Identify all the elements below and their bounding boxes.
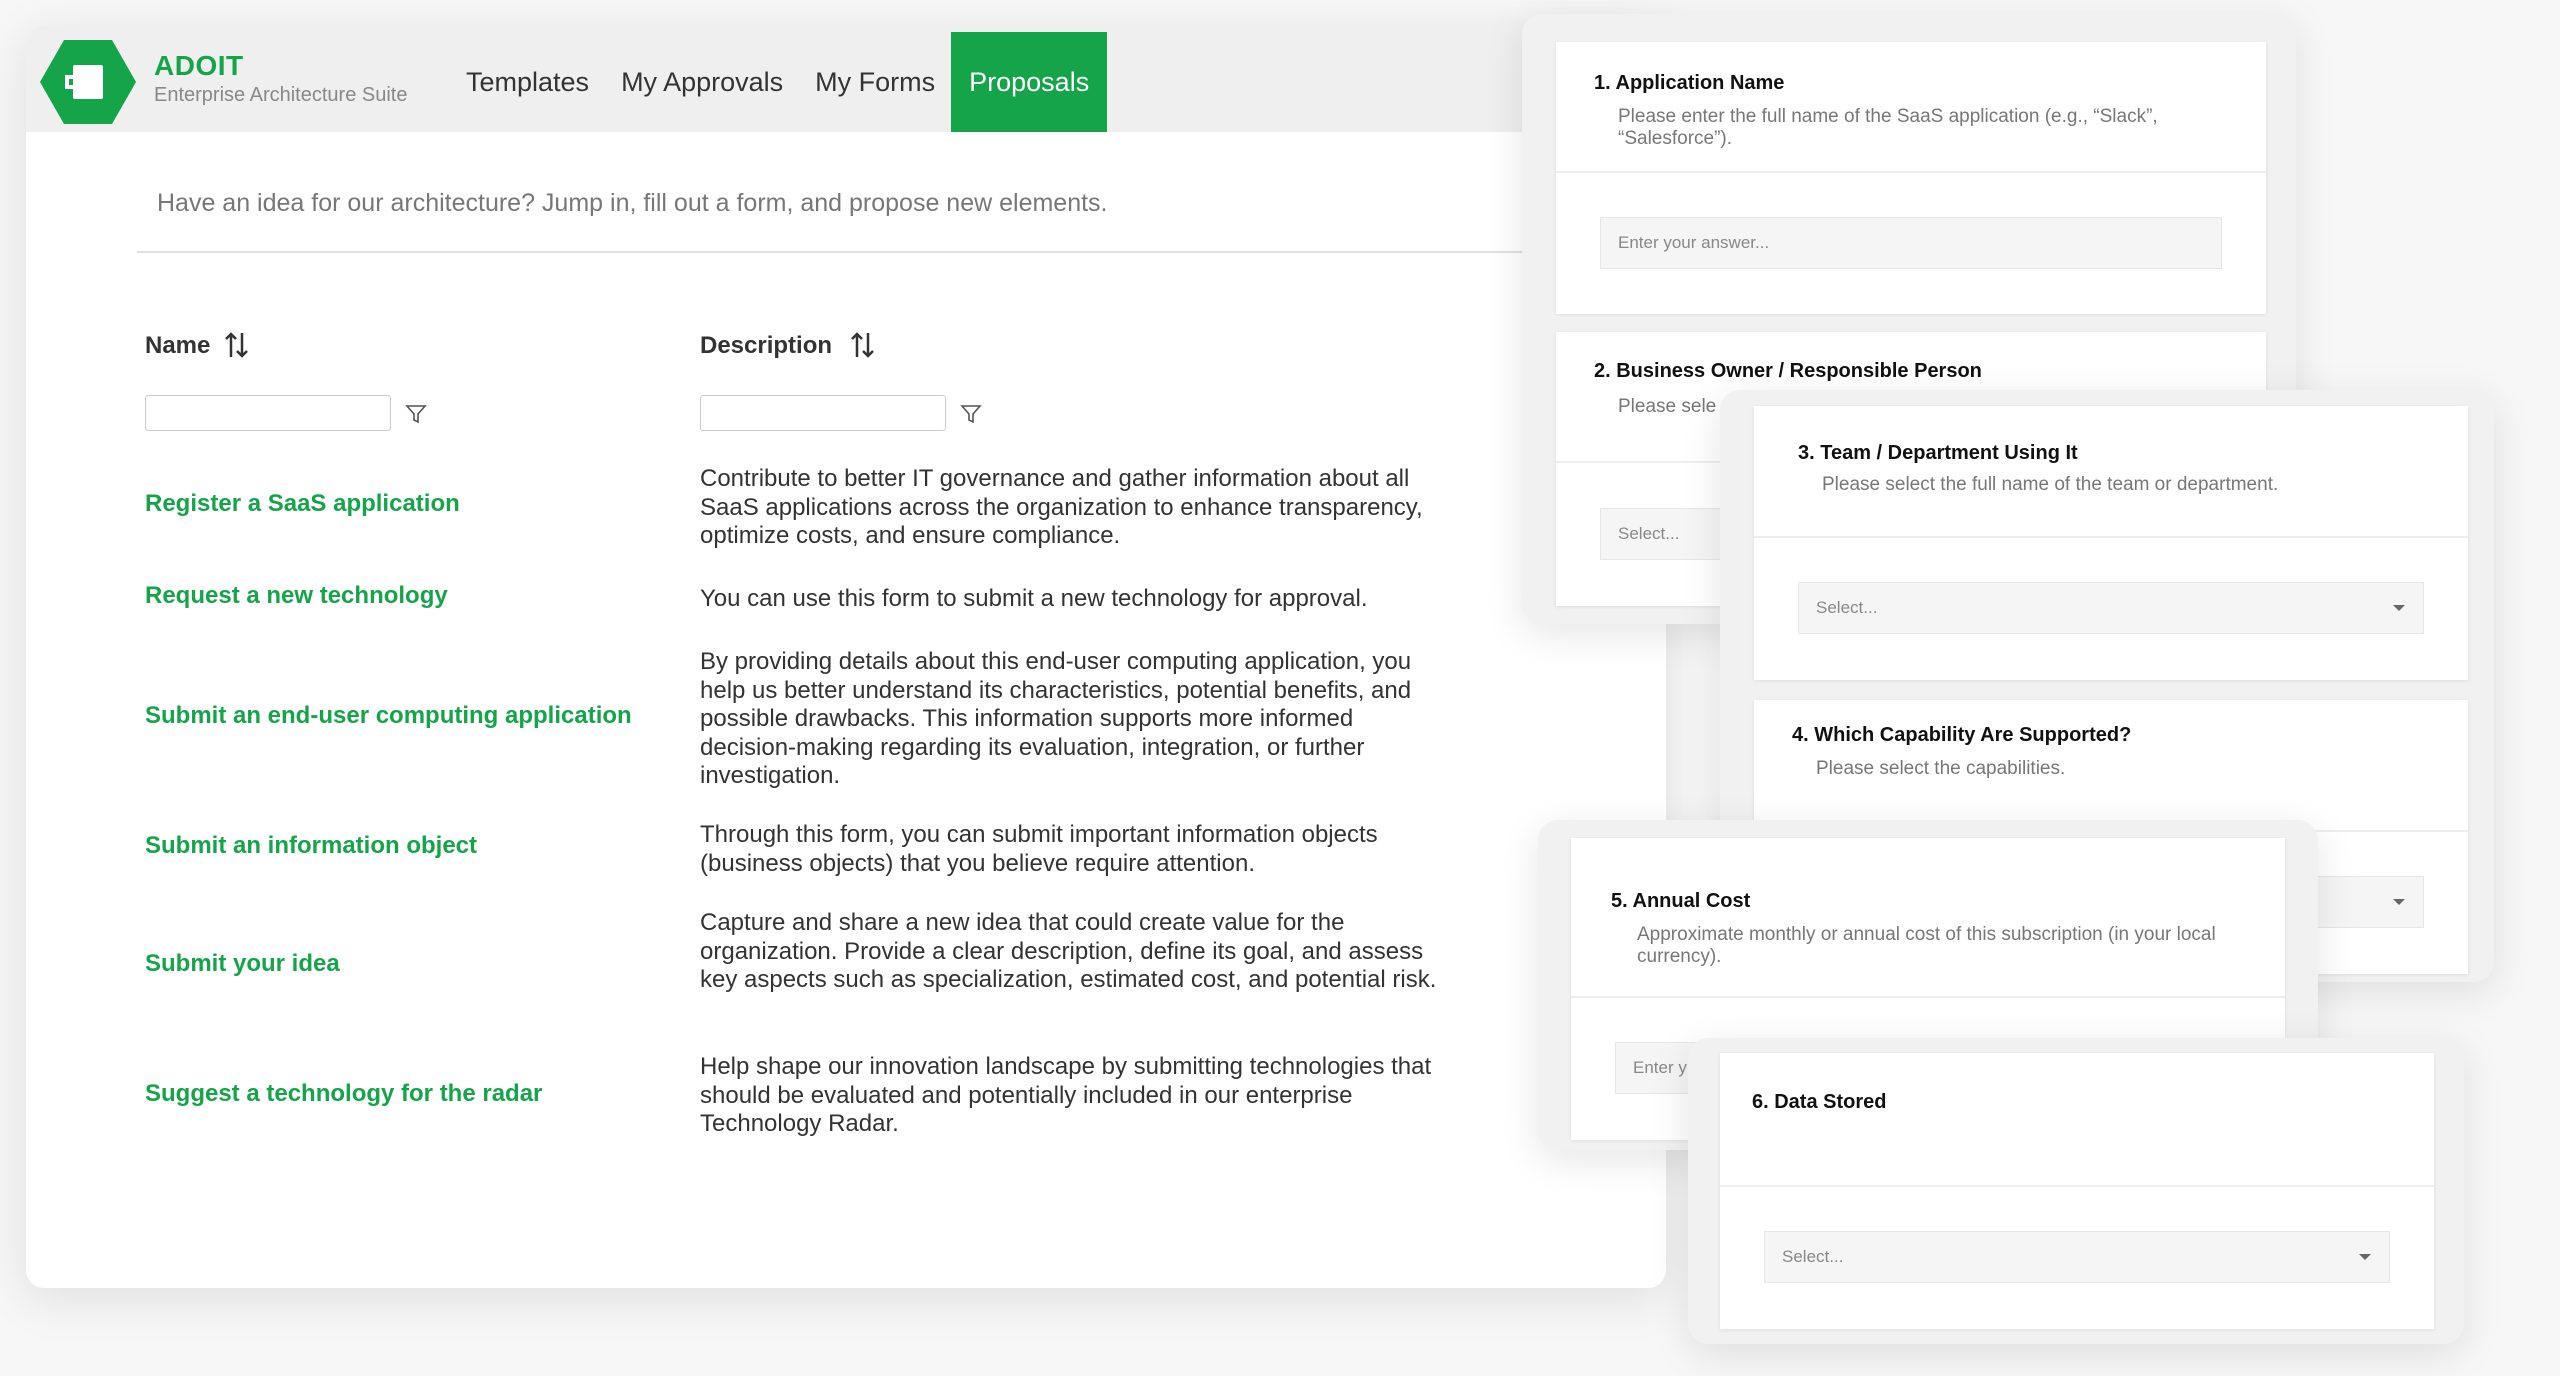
question-title: 6. Data Stored [1752,1091,1887,1113]
divider [137,251,1666,253]
question-card-6: 6. Data Stored Select... [1720,1053,2434,1329]
team-department-select[interactable]: Select... [1798,582,2424,634]
nav-my-forms[interactable]: My Forms [799,32,951,132]
form-link-end-user-computing[interactable]: Submit an end-user computing application [145,702,632,730]
nav-templates[interactable]: Templates [450,32,605,132]
row-description: Help shape our innovation landscape by s… [700,1053,1432,1137]
name-filter-input[interactable] [145,395,391,431]
question-title: 1. Application Name [1594,72,1785,94]
divider [1571,996,2285,998]
column-header-name[interactable]: Name [145,332,210,360]
sort-name-icon[interactable] [222,330,252,360]
divider [1754,536,2468,538]
divider [1720,1185,2434,1187]
brand-subtitle: Enterprise Architecture Suite [154,84,408,106]
question-help: Please select the full name of the team … [1822,474,2279,495]
question-card-3: 3. Team / Department Using It Please sel… [1754,406,2468,680]
nav-my-approvals[interactable]: My Approvals [605,32,799,132]
column-header-description[interactable]: Description [700,332,832,360]
nav-proposals[interactable]: Proposals [951,32,1108,132]
question-card-1: 1. Application Name Please enter the ful… [1556,42,2266,314]
divider [1556,171,2266,173]
form-link-submit-idea[interactable]: Submit your idea [145,950,340,978]
select-placeholder: Select... [1782,1247,1844,1266]
top-bar: ADOIT Enterprise Architecture Suite Temp… [26,26,1666,132]
question-help: Please enter the full name of the SaaS a… [1618,106,2158,149]
app-window: ADOIT Enterprise Architecture Suite Temp… [26,26,1666,1288]
filter-icon[interactable] [959,402,983,426]
row-description: Contribute to better IT governance and g… [700,465,1423,549]
description-filter-input[interactable] [700,395,946,431]
question-help: Please sele [1618,396,1717,417]
row-description: Capture and share a new idea that could … [700,909,1437,993]
adoit-logo-icon[interactable] [40,40,136,124]
question-title: 2. Business Owner / Responsible Person [1594,360,1982,382]
question-title: 5. Annual Cost [1611,890,1751,912]
data-stored-select[interactable]: Select... [1764,1231,2390,1283]
brand-name: ADOIT [154,50,244,81]
question-help: Approximate monthly or annual cost of th… [1637,924,2216,967]
form-link-technology-radar[interactable]: Suggest a technology for the radar [145,1080,542,1108]
main-nav: Templates My Approvals My Forms Proposal… [450,32,1108,132]
chevron-down-icon [2359,1254,2371,1260]
question-title: 4. Which Capability Are Supported? [1792,724,2132,746]
intro-text: Have an idea for our architecture? Jump … [157,189,1108,217]
chevron-down-icon [2393,899,2405,905]
filter-icon[interactable] [404,402,428,426]
question-help: Please select the capabilities. [1816,758,2066,779]
row-description: By providing details about this end-user… [700,648,1412,789]
sort-description-icon[interactable] [848,330,878,360]
question-title: 3. Team / Department Using It [1798,442,2078,464]
row-description: Through this form, you can submit import… [700,821,1378,877]
form-link-request-technology[interactable]: Request a new technology [145,582,448,610]
row-description: You can use this form to submit a new te… [700,585,1368,612]
select-placeholder: Select... [1816,598,1878,617]
chevron-down-icon [2393,605,2405,611]
application-name-input[interactable]: Enter your answer... [1600,217,2222,269]
form-link-register-saas[interactable]: Register a SaaS application [145,490,460,518]
form-link-information-object[interactable]: Submit an information object [145,832,477,860]
